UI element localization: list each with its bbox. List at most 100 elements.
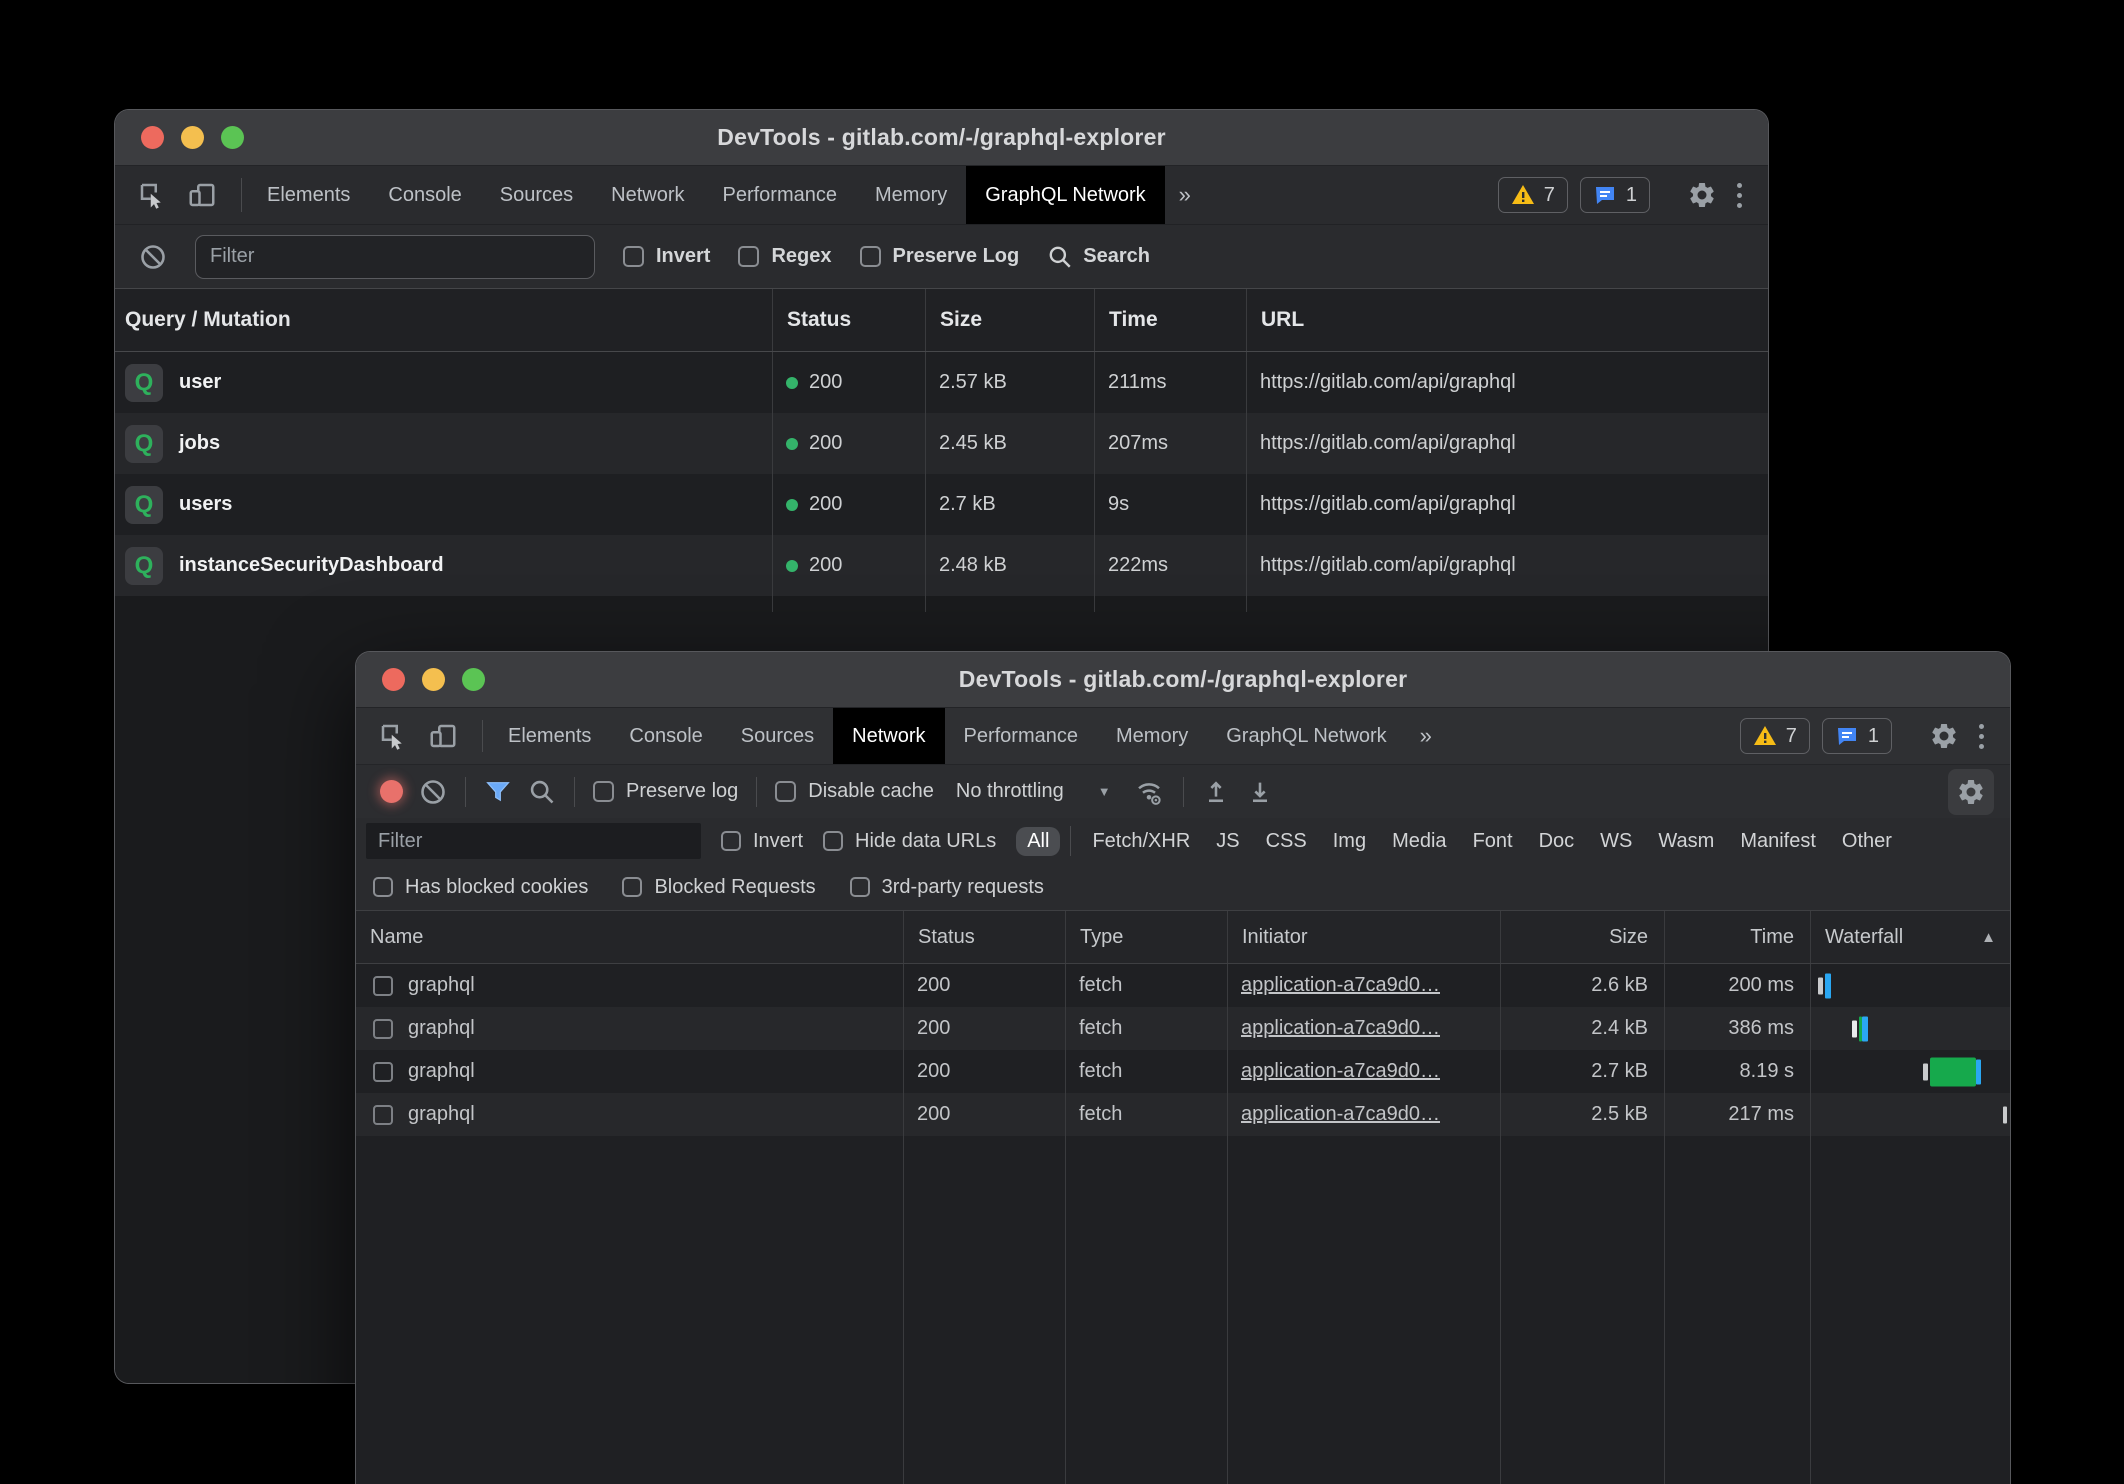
column-header-status[interactable]: Status	[903, 911, 1065, 963]
filter-chip-all[interactable]: All	[1016, 827, 1060, 856]
preserve-log-checkbox-group[interactable]: Preserve Log	[860, 245, 1020, 268]
issues-badge[interactable]: 1	[1580, 177, 1650, 213]
regex-checkbox-group[interactable]: Regex	[738, 245, 831, 268]
third-party-requests-checkbox[interactable]	[850, 877, 870, 897]
throttling-dropdown[interactable]: No throttling ▼	[950, 780, 1117, 803]
titlebar[interactable]: DevTools - gitlab.com/-/graphql-explorer	[356, 652, 2010, 708]
tab-memory[interactable]: Memory	[1097, 708, 1207, 764]
table-row[interactable]: graphql 200 fetch application-a7ca9d0… 2…	[356, 964, 2010, 1007]
tab-elements[interactable]: Elements	[489, 708, 610, 764]
has-blocked-cookies-checkbox-group[interactable]: Has blocked cookies	[373, 876, 588, 899]
filter-chip-js[interactable]: JS	[1205, 827, 1250, 856]
tab-memory[interactable]: Memory	[856, 166, 966, 224]
blocked-requests-checkbox[interactable]	[622, 877, 642, 897]
minimize-button[interactable]	[181, 126, 204, 149]
clear-icon[interactable]	[419, 778, 447, 806]
settings-gear-icon[interactable]	[1929, 721, 1959, 751]
import-har-icon[interactable]	[1202, 778, 1230, 806]
has-blocked-cookies-checkbox[interactable]	[373, 877, 393, 897]
initiator-link[interactable]: application-a7ca9d0…	[1241, 1017, 1440, 1040]
invert-checkbox[interactable]	[721, 831, 741, 851]
filter-chip-wasm[interactable]: Wasm	[1647, 827, 1725, 856]
table-row[interactable]: Qusers 200 2.7 kB 9s https://gitlab.com/…	[115, 474, 1768, 535]
row-checkbox[interactable]	[373, 1105, 393, 1125]
filter-input[interactable]	[195, 235, 595, 279]
row-checkbox[interactable]	[373, 976, 393, 996]
column-header-time[interactable]: Time	[1664, 911, 1810, 963]
kebab-menu-icon[interactable]	[1971, 724, 1992, 749]
tab-console[interactable]: Console	[369, 166, 480, 224]
invert-checkbox-group[interactable]: Invert	[623, 245, 710, 268]
column-header-url[interactable]: URL	[1246, 289, 1768, 351]
sort-ascending-icon[interactable]: ▲	[1981, 929, 1996, 946]
tab-graphql-network[interactable]: GraphQL Network	[1207, 708, 1405, 764]
preserve-log-checkbox[interactable]	[593, 781, 614, 802]
invert-checkbox[interactable]	[623, 246, 644, 267]
warnings-badge[interactable]: 7	[1740, 718, 1810, 754]
tab-sources[interactable]: Sources	[481, 166, 592, 224]
preserve-log-checkbox[interactable]	[860, 246, 881, 267]
filter-chip-img[interactable]: Img	[1322, 827, 1377, 856]
inspect-element-icon[interactable]	[137, 180, 167, 210]
titlebar[interactable]: DevTools - gitlab.com/-/graphql-explorer	[115, 110, 1768, 166]
disable-cache-checkbox-group[interactable]: Disable cache	[775, 780, 934, 803]
filter-chip-other[interactable]: Other	[1831, 827, 1903, 856]
column-header-status[interactable]: Status	[772, 289, 925, 351]
row-checkbox[interactable]	[373, 1062, 393, 1082]
network-conditions-icon[interactable]	[1133, 777, 1165, 807]
column-header-type[interactable]: Type	[1065, 911, 1227, 963]
column-header-waterfall[interactable]: Waterfall ▲	[1810, 911, 2010, 963]
network-settings-button[interactable]	[1948, 769, 1994, 815]
search-icon[interactable]	[528, 778, 556, 806]
blocked-requests-checkbox-group[interactable]: Blocked Requests	[622, 876, 815, 899]
record-button[interactable]	[380, 780, 403, 803]
preserve-log-checkbox-group[interactable]: Preserve log	[593, 780, 738, 803]
tab-performance[interactable]: Performance	[945, 708, 1098, 764]
column-header-time[interactable]: Time	[1094, 289, 1246, 351]
tab-elements[interactable]: Elements	[248, 166, 369, 224]
tab-console[interactable]: Console	[610, 708, 721, 764]
more-tabs-icon[interactable]: »	[1406, 708, 1446, 764]
initiator-link[interactable]: application-a7ca9d0…	[1241, 1103, 1440, 1126]
table-row[interactable]: Quser 200 2.57 kB 211ms https://gitlab.c…	[115, 352, 1768, 413]
filter-chip-css[interactable]: CSS	[1255, 827, 1318, 856]
initiator-link[interactable]: application-a7ca9d0…	[1241, 974, 1440, 997]
table-row[interactable]: Qjobs 200 2.45 kB 207ms https://gitlab.c…	[115, 413, 1768, 474]
column-header-name[interactable]: Name	[356, 911, 903, 963]
column-header-size[interactable]: Size	[925, 289, 1094, 351]
hide-data-urls-checkbox-group[interactable]: Hide data URLs	[823, 830, 996, 853]
clear-icon[interactable]	[139, 243, 167, 271]
initiator-link[interactable]: application-a7ca9d0…	[1241, 1060, 1440, 1083]
device-toolbar-icon[interactable]	[428, 721, 458, 751]
filter-chip-manifest[interactable]: Manifest	[1729, 827, 1827, 856]
close-button[interactable]	[141, 126, 164, 149]
table-row[interactable]: graphql 200 fetch application-a7ca9d0… 2…	[356, 1093, 2010, 1136]
disable-cache-checkbox[interactable]	[775, 781, 796, 802]
more-tabs-icon[interactable]: »	[1165, 166, 1205, 224]
row-checkbox[interactable]	[373, 1019, 393, 1039]
kebab-menu-icon[interactable]	[1729, 183, 1750, 208]
zoom-button[interactable]	[462, 668, 485, 691]
settings-gear-icon[interactable]	[1687, 180, 1717, 210]
column-header-size[interactable]: Size	[1500, 911, 1664, 963]
warnings-badge[interactable]: 7	[1498, 177, 1568, 213]
filter-chip-fetch-xhr[interactable]: Fetch/XHR	[1081, 827, 1201, 856]
filter-chip-doc[interactable]: Doc	[1528, 827, 1586, 856]
table-row[interactable]: QinstanceSecurityDashboard 200 2.48 kB 2…	[115, 535, 1768, 596]
hide-data-urls-checkbox[interactable]	[823, 831, 843, 851]
search-button[interactable]: Search	[1047, 244, 1150, 270]
filter-chip-font[interactable]: Font	[1462, 827, 1524, 856]
third-party-requests-checkbox-group[interactable]: 3rd-party requests	[850, 876, 1044, 899]
filter-funnel-icon[interactable]	[484, 778, 512, 806]
column-header-query-mutation[interactable]: Query / Mutation	[115, 289, 772, 351]
filter-chip-media[interactable]: Media	[1381, 827, 1457, 856]
inspect-element-icon[interactable]	[378, 721, 408, 751]
zoom-button[interactable]	[221, 126, 244, 149]
tab-performance[interactable]: Performance	[704, 166, 857, 224]
tab-network[interactable]: Network	[592, 166, 703, 224]
tab-network[interactable]: Network	[833, 708, 944, 764]
device-toolbar-icon[interactable]	[187, 180, 217, 210]
regex-checkbox[interactable]	[738, 246, 759, 267]
minimize-button[interactable]	[422, 668, 445, 691]
export-har-icon[interactable]	[1246, 778, 1274, 806]
